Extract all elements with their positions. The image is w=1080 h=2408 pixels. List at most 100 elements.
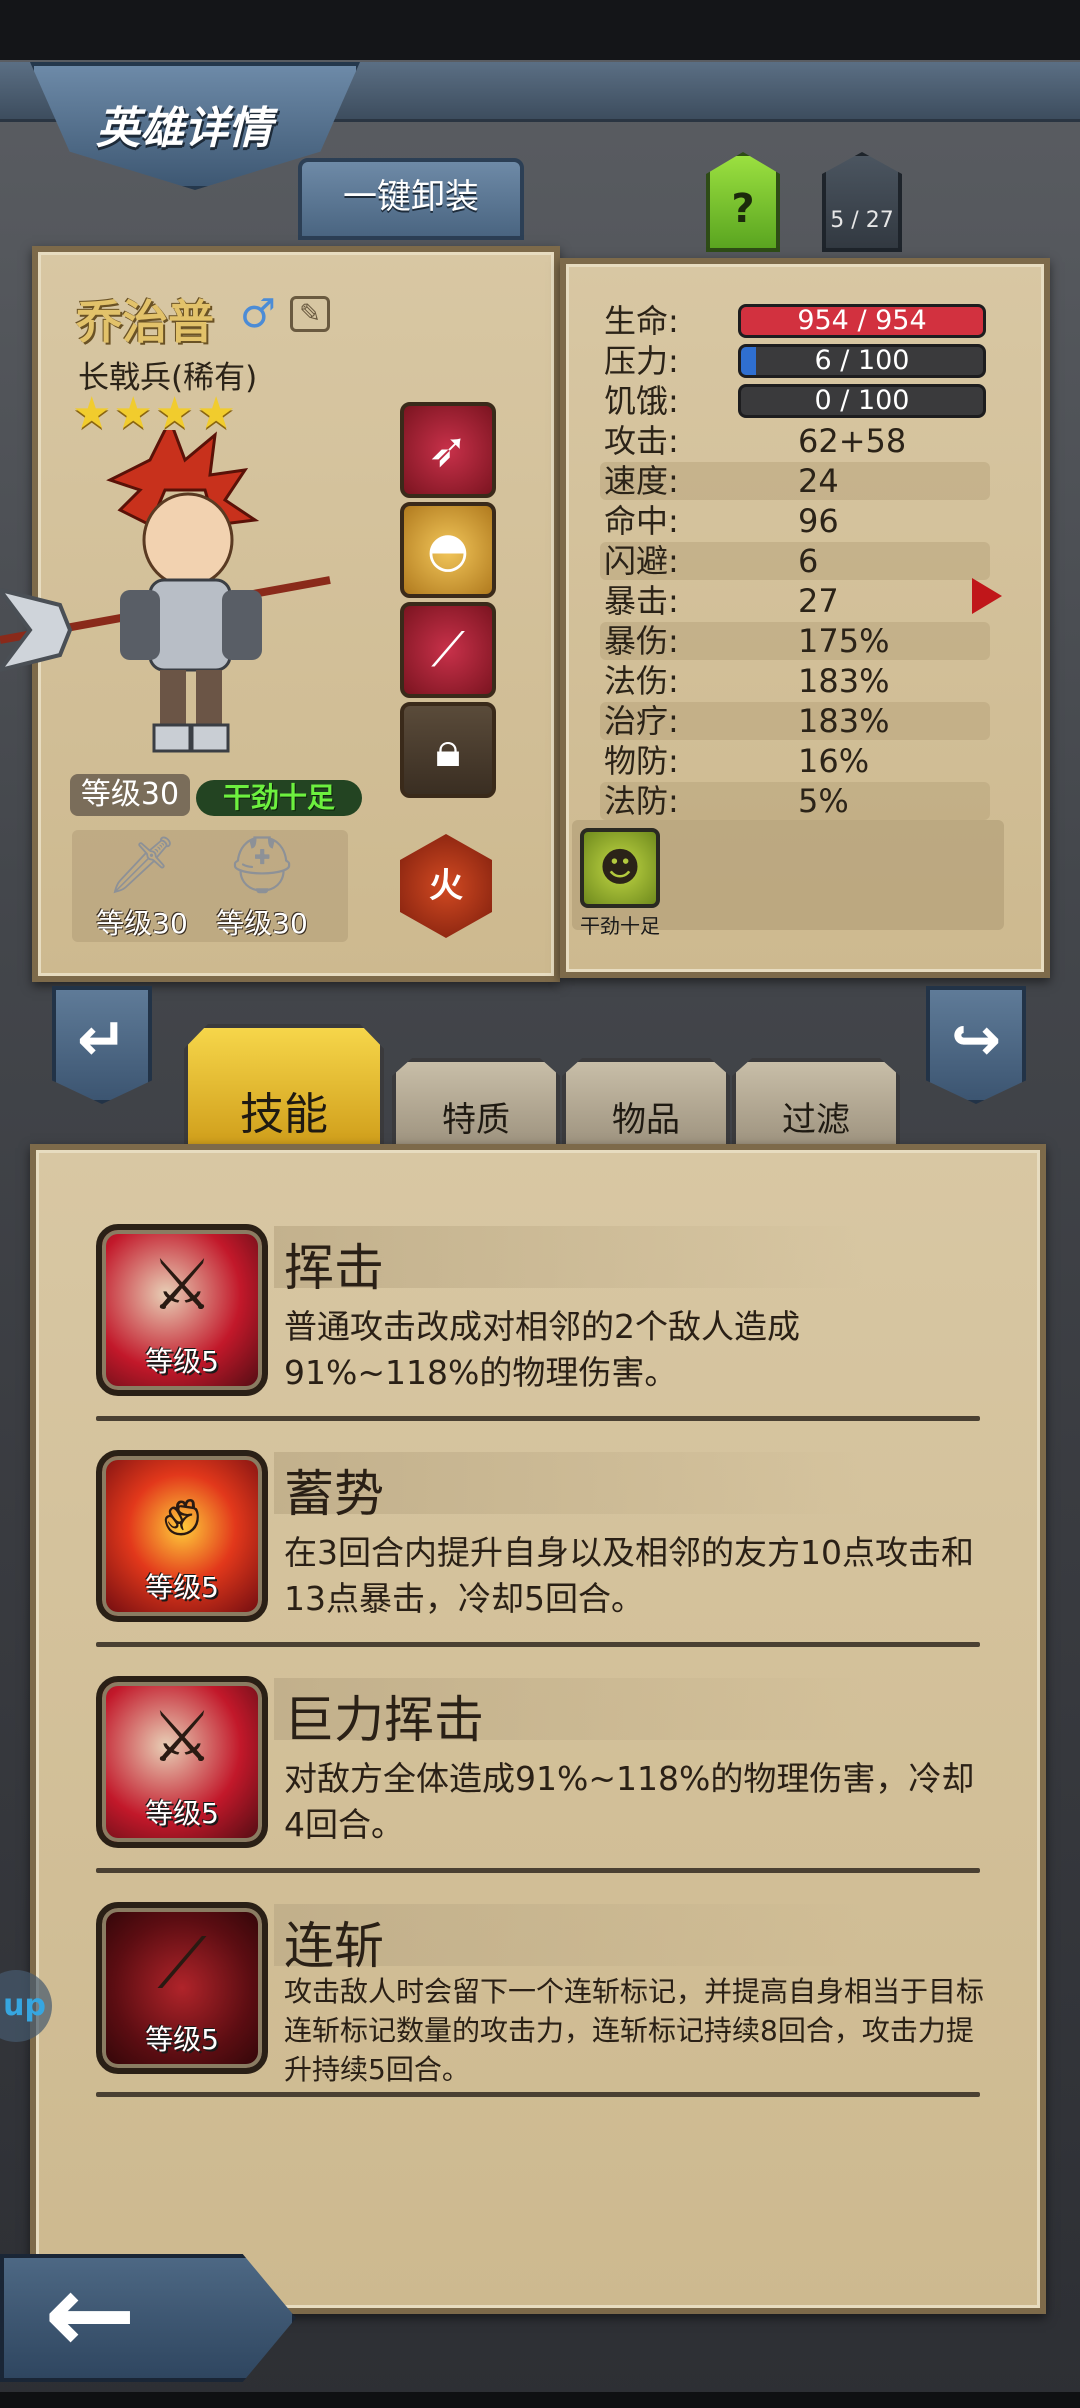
stat-row: 物防: 16% bbox=[600, 742, 990, 780]
stat-value: 27 bbox=[798, 582, 839, 620]
page-title: 英雄详情 bbox=[96, 103, 272, 154]
slash-icon: ⟋ bbox=[157, 1922, 207, 2004]
skill-name: 蓄势 bbox=[284, 1465, 384, 1523]
stress-value: 6 / 100 bbox=[814, 345, 910, 376]
axe-icon: ⚔︎ bbox=[150, 1244, 214, 1326]
helmet-icon: ⛑︎ bbox=[226, 833, 298, 898]
motivated-trait-icon[interactable]: ☻ bbox=[580, 828, 660, 908]
skill-description: 普通攻击改成对相邻的2个敌人造成91%~118%的物理伤害。 bbox=[284, 1307, 800, 1392]
stat-stress: 压力: 6 / 100 bbox=[600, 342, 990, 380]
stat-value: 6 bbox=[798, 542, 819, 580]
skill-description: 在3回合内提升自身以及相邻的友方10点攻击和13点暴击，冷却5回合。 bbox=[284, 1533, 974, 1618]
skill-description: 攻击敌人时会留下一个连斩标记，并提高自身相当于目标连斩标记数量的攻击力，连斩标记… bbox=[284, 1975, 985, 2086]
divider bbox=[96, 1868, 980, 1873]
stat-label: 压力: bbox=[604, 342, 679, 380]
stat-row: 法伤: 183% bbox=[600, 662, 990, 700]
lock-icon: 🔒︎ bbox=[435, 722, 461, 778]
skill-level: 等级5 bbox=[145, 1345, 219, 1378]
prev-hero-button[interactable]: ↵ bbox=[52, 986, 152, 1104]
stat-value: 24 bbox=[798, 462, 839, 500]
armor-gear[interactable]: ⛑︎ 等级30 bbox=[202, 830, 322, 942]
stat-label: 法伤: bbox=[604, 662, 679, 700]
crossbow-icon: ➶ bbox=[427, 422, 469, 478]
stat-value: 183% bbox=[798, 662, 890, 700]
stat-label: 暴击: bbox=[604, 582, 679, 620]
stat-value: 5% bbox=[798, 782, 849, 820]
stat-row: 速度: 24 bbox=[600, 462, 990, 500]
stat-label: 闪避: bbox=[604, 542, 679, 580]
stat-row: 暴伤: 175% bbox=[600, 622, 990, 660]
skill-name: 连斩 bbox=[284, 1917, 384, 1975]
status-trait-badge: 干劲十足 bbox=[196, 780, 362, 816]
skill-level: 等级5 bbox=[145, 2023, 219, 2056]
edit-name-icon[interactable]: ✎ bbox=[290, 296, 330, 332]
divider bbox=[96, 2092, 980, 2097]
tab-items[interactable]: 物品 bbox=[562, 1058, 730, 1148]
skill-name: 挥击 bbox=[284, 1239, 384, 1297]
male-gender-icon: ♂ bbox=[240, 291, 276, 337]
trait-icon-label: 干劲十足 bbox=[580, 914, 660, 938]
stat-value: 96 bbox=[798, 502, 839, 540]
equip-slot-crossbow[interactable]: ➶ bbox=[400, 402, 496, 498]
stat-label: 饥饿: bbox=[604, 382, 679, 420]
weapon-gear[interactable]: 🗡︎ 等级30 bbox=[82, 830, 202, 942]
hero-level: 等级30 bbox=[70, 774, 190, 816]
stat-value: 175% bbox=[798, 622, 890, 660]
stat-row: 暴击: 27 bbox=[600, 582, 990, 620]
next-hero-button[interactable]: ↪ bbox=[926, 986, 1026, 1104]
stat-label: 攻击: bbox=[604, 422, 679, 460]
stat-row: 攻击: 62+58 bbox=[600, 422, 990, 460]
stat-label: 速度: bbox=[604, 462, 679, 500]
hero-figure bbox=[106, 430, 262, 753]
hero-portrait bbox=[0, 430, 331, 753]
skill-icon-chain-slash[interactable]: ⟋ 等级5 bbox=[96, 1902, 268, 2074]
equip-slot-scroll[interactable]: ⟋ bbox=[400, 602, 496, 698]
equip-slot-locked[interactable]: 🔒︎ bbox=[400, 702, 496, 798]
stat-row: 闪避: 6 bbox=[600, 542, 990, 580]
armor-level: 等级30 bbox=[216, 907, 308, 940]
back-button[interactable]: ← bbox=[0, 2254, 296, 2382]
pouch-icon: ◓ bbox=[427, 522, 469, 578]
divider bbox=[96, 1416, 980, 1421]
stat-row: 命中: 96 bbox=[600, 502, 990, 540]
skill-description: 对敌方全体造成91%~118%的物理伤害，冷却4回合。 bbox=[284, 1759, 975, 1844]
stat-label: 治疗: bbox=[604, 702, 679, 740]
nav-bar bbox=[0, 2392, 1080, 2408]
skill-icon-charge[interactable]: ✊︎ 等级5 bbox=[96, 1450, 268, 1622]
sword-icon: 🗡︎ bbox=[106, 833, 178, 898]
stat-row: 治疗: 183% bbox=[600, 702, 990, 740]
tab-traits[interactable]: 特质 bbox=[392, 1058, 560, 1148]
axe-icon: ⚔︎ bbox=[150, 1696, 214, 1778]
stat-hunger: 饥饿: 0 / 100 bbox=[600, 382, 990, 420]
stat-label: 暴伤: bbox=[604, 622, 679, 660]
stat-value: 62+58 bbox=[798, 422, 907, 460]
scroll-icon: ⟋ bbox=[431, 622, 465, 678]
skill-level: 等级5 bbox=[145, 1797, 219, 1830]
stat-label: 法防: bbox=[604, 782, 679, 820]
stat-hp: 生命: 954 / 954 bbox=[600, 302, 990, 340]
tab-skills[interactable]: 技能 bbox=[184, 1024, 384, 1148]
stat-label: 生命: bbox=[604, 302, 679, 340]
equip-slot-pouch[interactable]: ◓ bbox=[400, 502, 496, 598]
unequip-all-button[interactable]: 一键卸装 bbox=[298, 158, 524, 240]
skill-level: 等级5 bbox=[145, 1571, 219, 1604]
stat-label: 物防: bbox=[604, 742, 679, 780]
divider bbox=[96, 1642, 980, 1647]
hero-name: 乔治普 bbox=[76, 295, 214, 349]
tab-filter[interactable]: 过滤 bbox=[732, 1058, 900, 1148]
expand-arrow-icon[interactable] bbox=[972, 578, 1002, 614]
hp-bar: 954 / 954 bbox=[738, 304, 986, 338]
skill-icon-swing[interactable]: ⚔︎ 等级5 bbox=[96, 1224, 268, 1396]
stat-value: 183% bbox=[798, 702, 890, 740]
skill-icon-mighty-swing[interactable]: ⚔︎ 等级5 bbox=[96, 1676, 268, 1848]
stat-value: 16% bbox=[798, 742, 870, 780]
stat-row: 法防: 5% bbox=[600, 782, 990, 820]
stat-label: 命中: bbox=[604, 502, 679, 540]
hunger-value: 0 / 100 bbox=[814, 385, 910, 416]
stress-bar: 6 / 100 bbox=[738, 344, 986, 378]
status-bar bbox=[0, 0, 1080, 62]
fist-icon: ✊︎ bbox=[162, 1470, 202, 1552]
weapon-level: 等级30 bbox=[96, 907, 188, 940]
hunger-bar: 0 / 100 bbox=[738, 384, 986, 418]
hp-value: 954 / 954 bbox=[797, 305, 927, 336]
